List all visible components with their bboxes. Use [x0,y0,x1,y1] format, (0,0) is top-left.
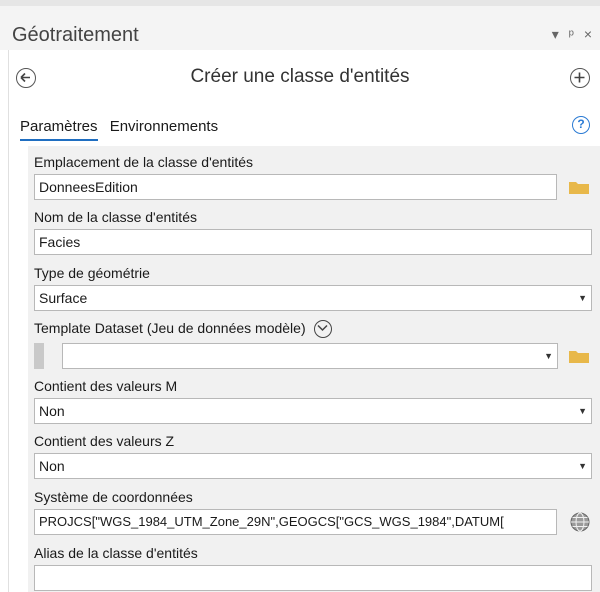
tab-parametres[interactable]: Paramètres [20,118,98,141]
crs-field[interactable]: PROJCS["WGS_1984_UTM_Zone_29N",GEOGCS["G… [34,509,557,535]
dropdown-arrow-icon: ▼ [578,293,587,303]
pin-icon[interactable]: ᵖ [569,26,574,42]
dropdown-arrow-icon: ▼ [544,351,553,361]
tool-title: Créer une classe d'entités [190,66,410,87]
geometry-select[interactable]: Surface ▼ [34,285,592,311]
folder-icon[interactable] [569,180,589,194]
has-z-value: Non [39,458,65,474]
add-icon [574,72,585,83]
has-m-label: Contient des valeurs M [34,378,178,394]
alias-label: Alias de la classe d'entités [34,545,198,561]
geometry-label: Type de géométrie [34,265,150,281]
has-m-select[interactable]: Non ▼ [34,398,592,424]
alias-field[interactable] [34,565,592,591]
has-z-select[interactable]: Non ▼ [34,453,592,479]
help-icon[interactable]: ? [572,116,590,134]
tab-bar: Paramètres Environnements [20,118,226,141]
has-z-label: Contient des valeurs Z [34,433,175,449]
folder-icon[interactable] [569,349,589,363]
geometry-value: Surface [39,290,88,306]
location-label: Emplacement de la classe d'entités [34,154,254,170]
crs-label: Système de coordonnées [34,489,193,505]
pane-title: Géotraitement [12,24,139,46]
expand-icon[interactable] [313,320,332,339]
tool-header: Créer une classe d'entités [0,62,600,92]
name-label: Nom de la classe d'entités [34,209,197,225]
dropdown-arrow-icon: ▼ [578,461,587,471]
name-field[interactable]: Facies [34,229,592,255]
location-field[interactable]: DonneesEdition [34,174,557,200]
options-menu-icon[interactable]: ▾ [552,26,559,42]
template-label-text: Template Dataset (Jeu de données modèle) [34,320,306,336]
globe-icon[interactable] [569,511,591,533]
pane-controls: ▾ ᵖ × [546,26,592,43]
template-label: Template Dataset (Jeu de données modèle) [34,320,332,339]
drag-handle[interactable] [34,343,44,369]
pane-titlebar: Géotraitement ▾ ᵖ × [0,6,600,50]
add-button[interactable] [570,68,590,88]
close-icon[interactable]: × [584,26,592,42]
tab-environnements[interactable]: Environnements [110,118,218,139]
pane-left-border [8,50,9,592]
dropdown-arrow-icon: ▼ [578,406,587,416]
template-select[interactable]: ▼ [62,343,558,369]
has-m-value: Non [39,403,65,419]
